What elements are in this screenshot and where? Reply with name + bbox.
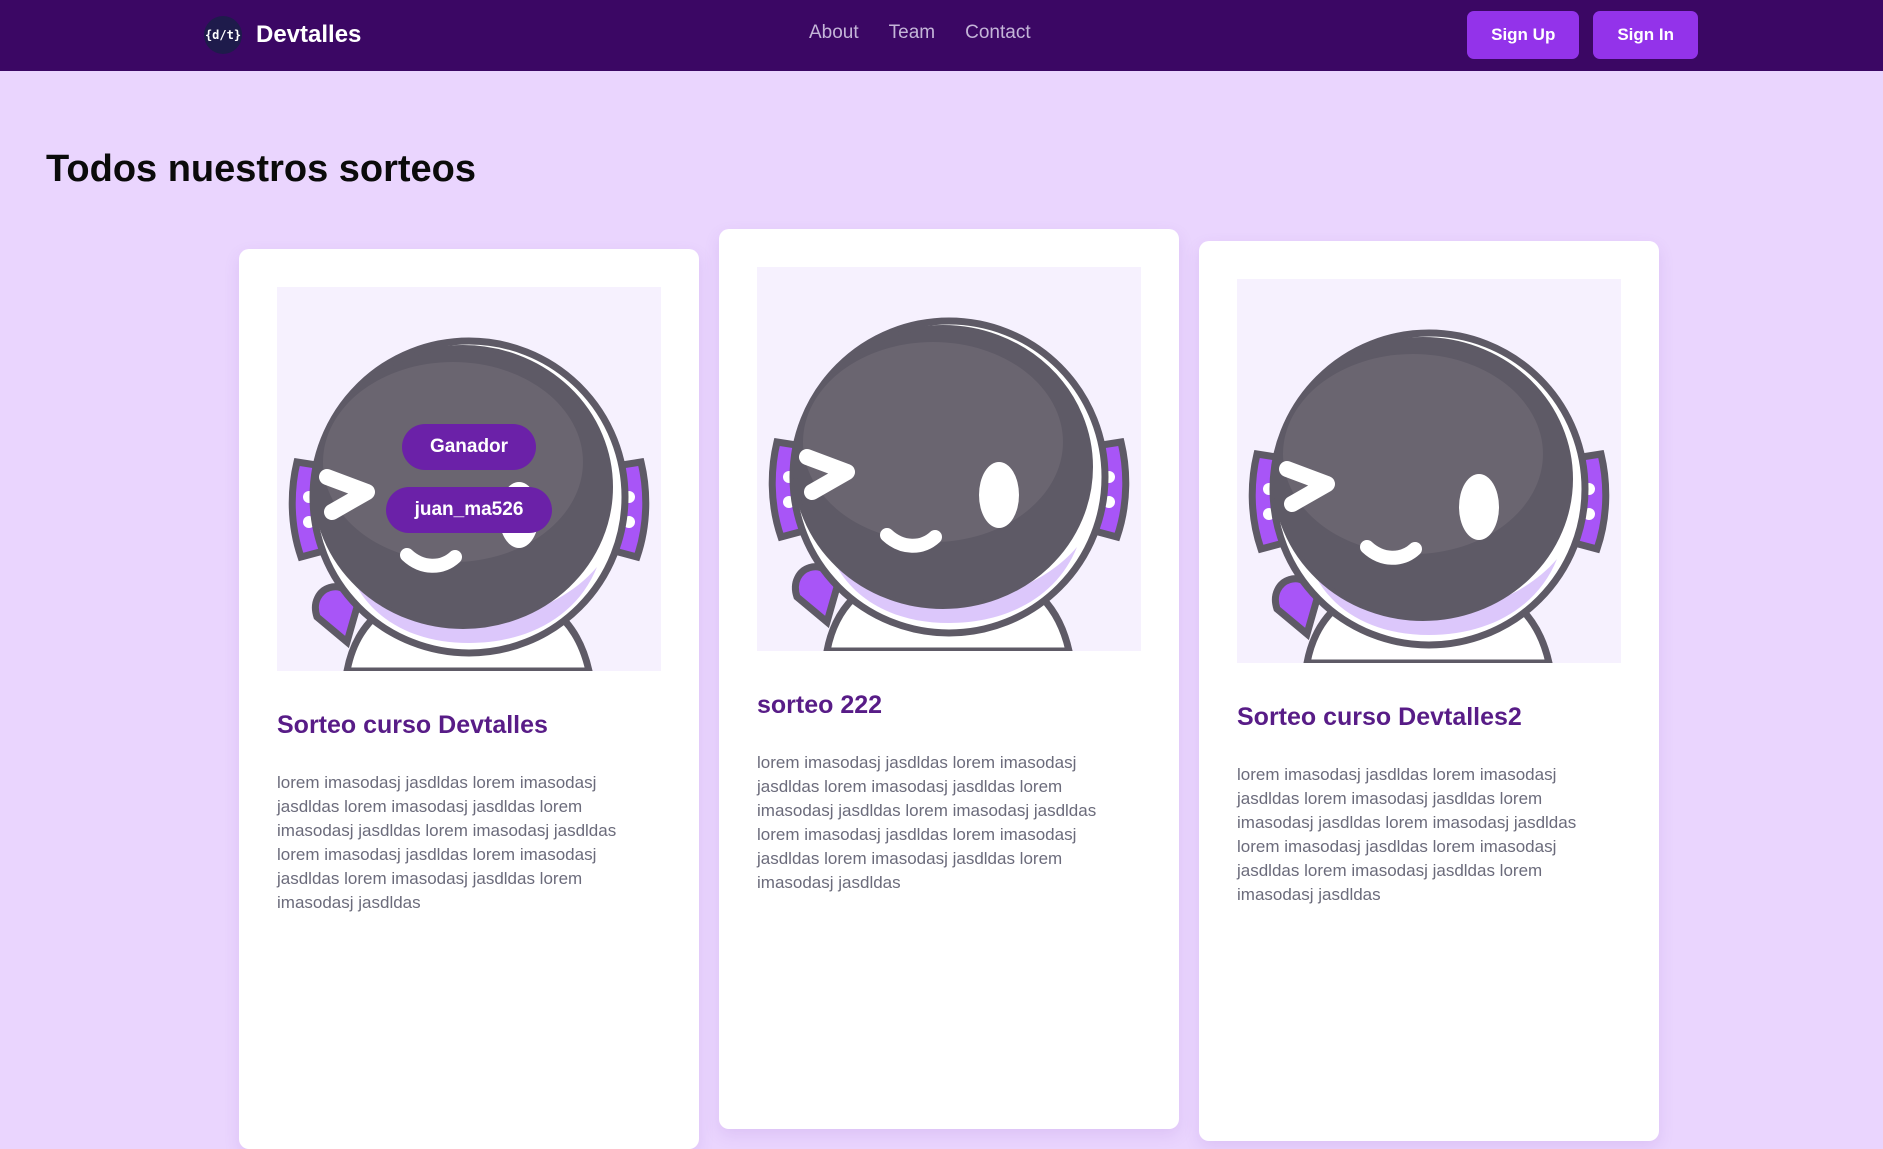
nav-links: About Team Contact: [809, 22, 1031, 44]
raffle-card[interactable]: Ganador juan_ma526 Sorteo curso Devtalle…: [239, 249, 699, 1149]
nav-link-team[interactable]: Team: [889, 22, 935, 44]
brand-name: Devtalles: [256, 21, 362, 48]
card-description: lorem imasodasj jasdldas lorem imasodasj…: [1237, 765, 1577, 904]
card-title[interactable]: Sorteo curso Devtalles2: [1237, 703, 1522, 732]
nav-link-contact[interactable]: Contact: [965, 22, 1030, 44]
winner-name-badge: juan_ma526: [386, 487, 552, 533]
card-description: lorem imasodasj jasdldas lorem imasodasj…: [757, 753, 1097, 892]
winner-label-badge: Ganador: [402, 424, 536, 470]
nav-link-about[interactable]: About: [809, 22, 859, 44]
brand[interactable]: {d/t} Devtalles: [204, 16, 361, 54]
raffle-card[interactable]: Sorteo curso Devtalles2 lorem imasodasj …: [1199, 241, 1659, 1141]
card-title[interactable]: Sorteo curso Devtalles: [277, 711, 548, 740]
raffle-card[interactable]: sorteo 222 lorem imasodasj jasdldas lore…: [719, 229, 1179, 1129]
card-image: [757, 267, 1141, 651]
auth-buttons: Sign Up Sign In: [1467, 11, 1698, 59]
sign-in-button[interactable]: Sign In: [1593, 11, 1698, 59]
card-image: [1237, 279, 1621, 663]
card-image: Ganador juan_ma526: [277, 287, 661, 671]
astronaut-mascot-image: [1237, 279, 1621, 663]
devtalles-logo-icon: {d/t}: [204, 16, 242, 54]
astronaut-mascot-image: [757, 267, 1141, 651]
card-description: lorem imasodasj jasdldas lorem imasodasj…: [277, 773, 617, 912]
navbar: {d/t} Devtalles About Team Contact Sign …: [0, 0, 1883, 71]
page-title: Todos nuestros sorteos: [46, 148, 477, 190]
card-title[interactable]: sorteo 222: [757, 691, 882, 720]
sign-up-button[interactable]: Sign Up: [1467, 11, 1580, 59]
astronaut-mascot-image: [277, 287, 661, 671]
